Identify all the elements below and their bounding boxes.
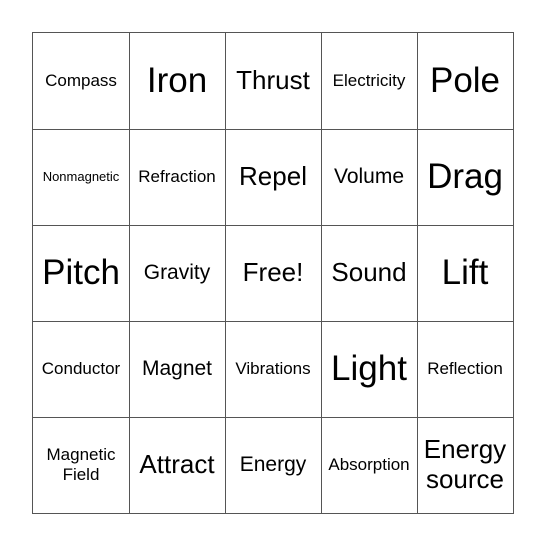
bingo-cell[interactable]: Compass bbox=[33, 33, 130, 130]
bingo-cell[interactable]: Pitch bbox=[33, 225, 130, 322]
bingo-cell[interactable]: Light bbox=[321, 321, 418, 418]
bingo-cell[interactable]: Lift bbox=[417, 225, 514, 322]
bingo-cell[interactable]: Magnet bbox=[129, 321, 226, 418]
bingo-cell[interactable]: Volume bbox=[321, 129, 418, 226]
bingo-cell[interactable]: Thrust bbox=[225, 33, 322, 130]
bingo-cell-label: Iron bbox=[146, 60, 208, 100]
bingo-cell-label: Volume bbox=[333, 164, 405, 188]
bingo-cell[interactable]: Repel bbox=[225, 129, 322, 226]
bingo-cell-label: Attract bbox=[139, 449, 215, 480]
bingo-cell[interactable]: Energy source bbox=[417, 417, 514, 514]
bingo-cell[interactable]: Free! bbox=[225, 225, 322, 322]
bingo-cell[interactable]: Pole bbox=[417, 33, 514, 130]
bingo-cell-label: Drag bbox=[427, 156, 503, 196]
bingo-cell-label: Sound bbox=[331, 257, 407, 288]
bingo-cell[interactable]: Conductor bbox=[33, 321, 130, 418]
bingo-cell[interactable]: Reflection bbox=[417, 321, 514, 418]
bingo-cell-label: Pitch bbox=[42, 252, 120, 292]
bingo-cell-label: Lift bbox=[441, 252, 489, 292]
bingo-cell-label: Vibrations bbox=[235, 359, 311, 379]
bingo-cell[interactable]: Sound bbox=[321, 225, 418, 322]
bingo-cell-label: Free! bbox=[242, 257, 304, 288]
bingo-cell-label: Pole bbox=[429, 60, 501, 100]
bingo-cell[interactable]: Attract bbox=[129, 417, 226, 514]
bingo-cell-label: Refraction bbox=[138, 167, 216, 187]
bingo-cell-label: Energy source bbox=[423, 434, 507, 494]
bingo-cell[interactable]: Energy bbox=[225, 417, 322, 514]
bingo-cell-label: Absorption bbox=[328, 455, 410, 475]
bingo-board: Compass Iron Thrust Electricity Pole Nonmagne… bbox=[32, 32, 514, 514]
bingo-cell-label: Electricity bbox=[332, 71, 406, 91]
bingo-cell-label: Magnetic Field bbox=[46, 445, 116, 484]
bingo-cell-label: Thrust bbox=[236, 65, 310, 96]
bingo-cell-label: Conductor bbox=[41, 359, 121, 379]
bingo-cell[interactable]: Electricity bbox=[321, 33, 418, 130]
bingo-cell-label: Light bbox=[331, 348, 407, 388]
bingo-cell-label: Magnet bbox=[141, 356, 213, 380]
bingo-cell-label: Nonmagnetic bbox=[42, 168, 120, 184]
bingo-cell[interactable]: Gravity bbox=[129, 225, 226, 322]
bingo-cell-label: Compass bbox=[45, 71, 117, 91]
bingo-cell[interactable]: Nonmagnetic bbox=[33, 129, 130, 226]
bingo-cell-label: Energy bbox=[239, 452, 307, 476]
bingo-cell[interactable]: Absorption bbox=[321, 417, 418, 514]
bingo-cell-label: Repel bbox=[239, 161, 307, 192]
bingo-cell[interactable]: Iron bbox=[129, 33, 226, 130]
bingo-cell[interactable]: Vibrations bbox=[225, 321, 322, 418]
bingo-cell-label: Reflection bbox=[427, 359, 503, 379]
bingo-cell[interactable]: Drag bbox=[417, 129, 514, 226]
bingo-cell-label: Gravity bbox=[143, 260, 211, 284]
bingo-cell[interactable]: Magnetic Field bbox=[33, 417, 130, 514]
bingo-cell[interactable]: Refraction bbox=[129, 129, 226, 226]
